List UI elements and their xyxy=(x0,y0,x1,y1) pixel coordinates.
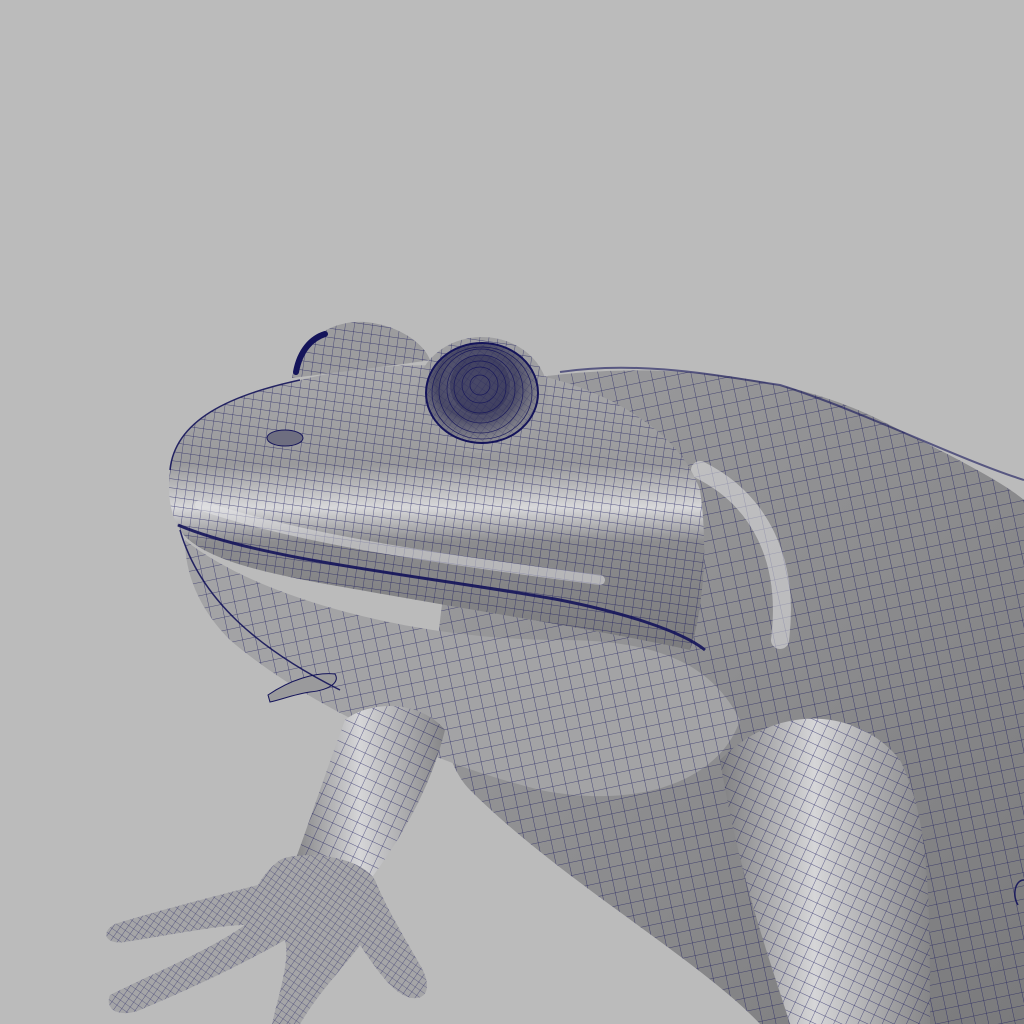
frog-front-leg xyxy=(290,706,445,880)
frog-wireframe-model xyxy=(106,321,1024,1024)
frog-front-hand xyxy=(106,855,427,1024)
3d-viewport[interactable] xyxy=(0,0,1024,1024)
frog-near-eye xyxy=(416,337,548,453)
